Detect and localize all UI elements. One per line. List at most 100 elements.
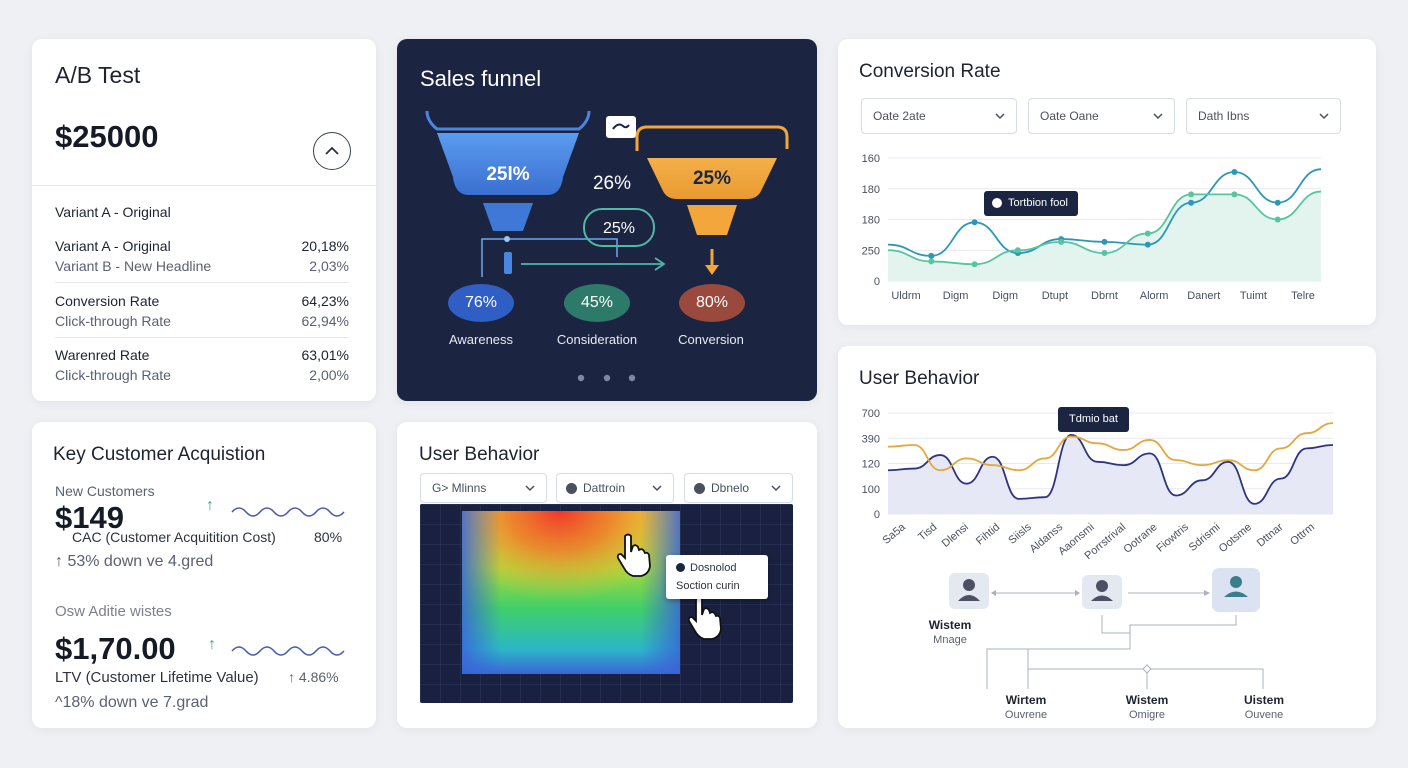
ab-row-value: 20,18% (301, 238, 349, 254)
ab-row-label: Variant A - Original (55, 238, 171, 254)
user-behavior-title: User Behavior (859, 368, 980, 389)
ab-row-value: 64,23% (301, 293, 349, 309)
ab-row-value: 2,03% (309, 258, 349, 274)
x-tick-label: Danert (1187, 290, 1220, 302)
flow-node-sub: Mnage (933, 634, 967, 646)
data-point[interactable] (1231, 191, 1238, 198)
x-tick-label: Fihtid (974, 521, 1002, 547)
chevron-down-icon (995, 113, 1005, 120)
x-tick-label: Ootsme (1217, 521, 1254, 555)
x-tick-label: Sdrismi (1187, 521, 1223, 554)
data-point[interactable] (971, 261, 978, 268)
data-point[interactable] (1188, 199, 1195, 206)
y-tick-label: 0 (874, 276, 880, 288)
heatmap-select-2[interactable]: Dattroin (556, 473, 674, 503)
data-point[interactable] (928, 252, 935, 259)
ab-row-value: 63,01% (301, 347, 349, 363)
sales-funnel-card: Sales funnel 25l% 26% 25% 25% 76% 45% 80… (397, 39, 817, 401)
filter-icon (566, 483, 577, 494)
trend-up-icon: ↑ (206, 497, 214, 514)
data-point[interactable] (1101, 238, 1108, 245)
ab-test-title: A/B Test (55, 62, 141, 88)
y-tick-label: 250 (862, 245, 880, 257)
sparkline-2 (231, 646, 345, 656)
divider (55, 282, 349, 283)
stage-value: 80% (695, 294, 729, 311)
x-tick-label: Uldrm (891, 290, 920, 302)
flow-node: Wirtem Ouvrene (986, 693, 1066, 721)
data-point[interactable] (971, 219, 978, 226)
ab-row-value: 62,94% (301, 313, 349, 329)
cac-label: CAC (Customer Acquitition Cost) (72, 529, 276, 545)
carousel-pager[interactable] (574, 370, 640, 386)
data-point[interactable] (1231, 168, 1238, 175)
heatmap-select-3[interactable]: Dbnelo (684, 473, 793, 503)
y-tick-label: 390 (862, 433, 880, 445)
ab-row-label: Variant B - New Headline (55, 258, 212, 274)
filter-icon (694, 483, 705, 494)
ab-row-label: Click-through Rate (55, 313, 171, 329)
cac-pct: 80% (314, 529, 343, 545)
flow-node-name: Wistem (928, 618, 972, 632)
funnel-left-stem (504, 252, 512, 274)
tooltip-icon (992, 198, 1002, 208)
chevron-down-icon (771, 485, 781, 492)
cursor-hand-icon (687, 596, 722, 640)
y-tick-label: 160 (862, 153, 880, 165)
data-point[interactable] (1188, 191, 1195, 198)
sparkline-1 (231, 507, 345, 517)
y-tick-label: 180 (862, 215, 880, 227)
stage-label: Consideration (556, 332, 638, 347)
data-point[interactable] (1014, 247, 1021, 254)
funnel-right-neck (687, 205, 737, 235)
x-tick-label: Dttnar (1255, 521, 1286, 550)
date-select-2[interactable]: Oate Oane (1028, 98, 1175, 134)
filter-select[interactable]: Dath Ibns (1186, 98, 1341, 134)
select-value: Dath Ibns (1198, 109, 1250, 123)
flow-node: Uistem Ouvene (1224, 693, 1304, 721)
data-point[interactable] (1144, 230, 1151, 237)
y-tick-label: 180 (862, 184, 880, 196)
data-point[interactable] (928, 258, 935, 265)
heatmap-tooltip: Dosnolod Soction curin (666, 555, 768, 599)
x-tick-label: Telre (1291, 290, 1315, 302)
ab-test-card: A/B Test $25000 Variant A - Original Var… (32, 39, 376, 401)
flow-node-sub: Ouvrene (1004, 709, 1048, 721)
swap-icon (606, 116, 636, 138)
tooltip-text: Tortbion fool (1008, 197, 1068, 209)
x-tick-label: Digm (992, 290, 1018, 302)
data-point[interactable] (1101, 250, 1108, 257)
user-behavior-heatmap-card: User Behavior G> Mlinns Dattroin Dbnelo (397, 422, 817, 728)
conversion-line-chart: 160 180 180 250 0 Uldrm Digm Digm Dtupt Dbrnt Alor… (862, 153, 1322, 302)
collapse-button[interactable] (313, 132, 351, 170)
trend-text-2: ^18% down ve 7.grad (55, 694, 209, 711)
select-value: G> Mlinns (432, 481, 487, 495)
ab-row-label: Conversion Rate (55, 293, 160, 309)
data-point[interactable] (1058, 238, 1065, 245)
stage-value: 76% (464, 294, 498, 311)
cursor-hand-icon (616, 533, 651, 577)
heatmap-select-1[interactable]: G> Mlinns (420, 473, 547, 503)
heatmap-graphic (420, 504, 793, 703)
select-value: Dbnelo (711, 481, 750, 495)
data-point[interactable] (1274, 199, 1281, 206)
chevron-up-icon (325, 146, 339, 155)
flow-node-sub: Ouvene (1244, 709, 1284, 721)
funnel-right-pct: 25% (692, 168, 732, 189)
data-point[interactable] (1144, 241, 1151, 248)
customer-acquisition-card: Key Customer Acquistion New Customers $1… (32, 422, 376, 728)
stage-label: Awareness (448, 332, 514, 347)
date-select-1[interactable]: Oate 2ate (861, 98, 1017, 134)
data-point[interactable] (1274, 216, 1281, 223)
conversion-rate-title: Conversion Rate (859, 61, 1001, 82)
user-behavior-card: User Behavior 700 390 120 100 0 Sa5a Tisd Dlens… (838, 346, 1376, 728)
x-tick-label: Tuimt (1240, 290, 1267, 302)
tooltip-line-2: Soction curin (676, 580, 740, 592)
funnel-middle-pill-pct: 25% (602, 220, 636, 237)
x-tick-label: Dbrnt (1091, 290, 1118, 302)
kca-title: Key Customer Acquistion (53, 444, 266, 465)
x-tick-label: Digm (943, 290, 969, 302)
heatmap-area[interactable] (420, 504, 793, 703)
y-tick-label: 700 (862, 408, 880, 420)
x-tick-label: Siisls (1006, 521, 1034, 547)
